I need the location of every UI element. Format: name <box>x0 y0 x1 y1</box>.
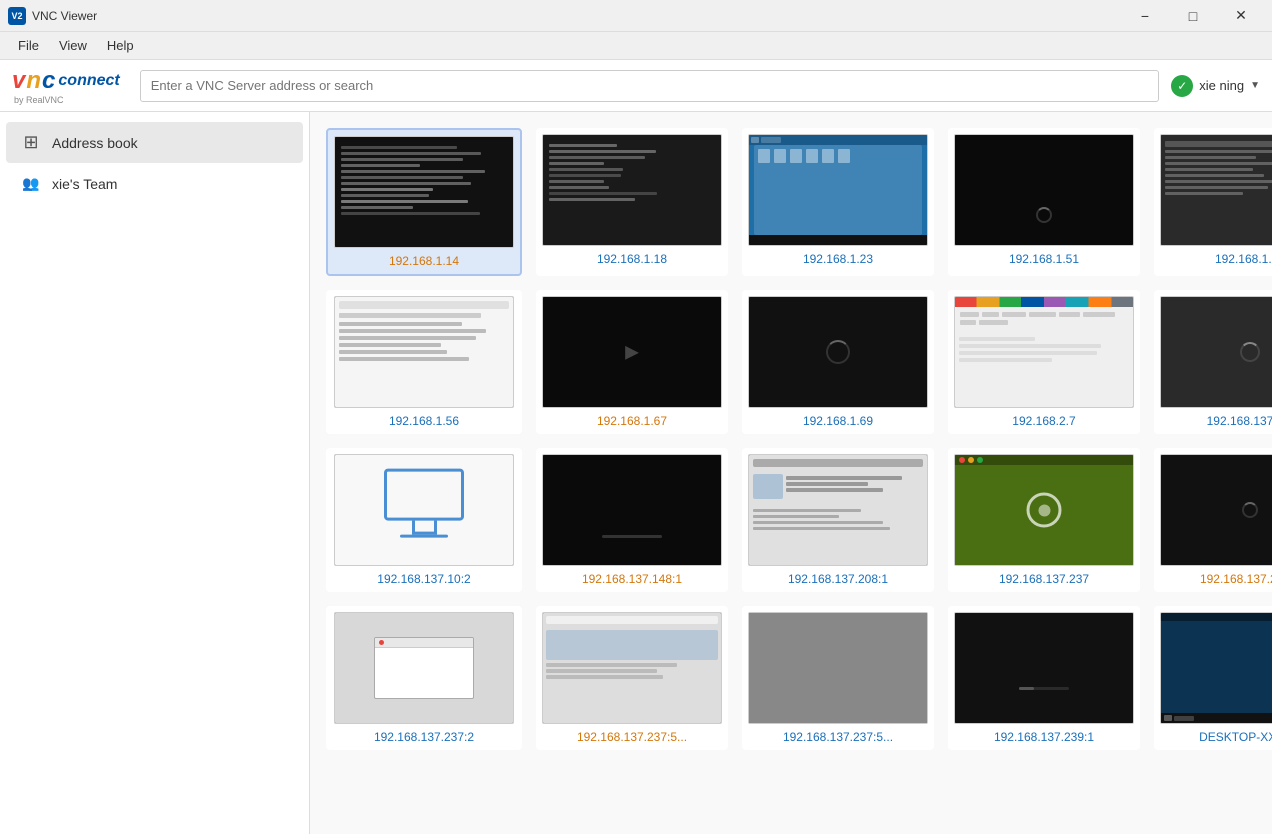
grid-item-7[interactable]: ▶ 192.168.1.67 <box>536 290 728 434</box>
connection-label-17: 192.168.137.237:5... <box>577 730 687 744</box>
grid-item-13[interactable]: 192.168.137.208:1 <box>742 448 934 592</box>
thumbnail-7: ▶ <box>542 296 722 408</box>
user-verified-icon: ✓ <box>1171 75 1193 97</box>
thumbnail-5 <box>1160 134 1272 246</box>
close-button[interactable]: ✕ <box>1218 0 1264 32</box>
connection-grid: 192.168.1.14 192.168.1.18 192.168.1.23 19… <box>326 128 1256 750</box>
thumbnail-8 <box>748 296 928 408</box>
thumbnail-20 <box>1160 612 1272 724</box>
sidebar-address-book-label: Address book <box>52 135 138 151</box>
thumbnail-17 <box>542 612 722 724</box>
connection-label-12: 192.168.137.148:1 <box>582 572 682 586</box>
menu-help[interactable]: Help <box>97 34 144 57</box>
connection-label-15: 192.168.137.237:1 <box>1200 572 1272 586</box>
grid-item-10[interactable]: 192.168.137.8:1 <box>1154 290 1272 434</box>
connection-label-2: 192.168.1.18 <box>597 252 667 266</box>
connection-label-16: 192.168.137.237:2 <box>374 730 474 744</box>
grid-item-2[interactable]: 192.168.1.18 <box>536 128 728 276</box>
thumbnail-6 <box>334 296 514 408</box>
sidebar-item-address-book[interactable]: ⊞ Address book <box>6 122 303 163</box>
titlebar: V2 VNC Viewer − □ ✕ <box>0 0 1272 32</box>
thumbnail-11 <box>334 454 514 566</box>
menu-view[interactable]: View <box>49 34 97 57</box>
window-controls: − □ ✕ <box>1122 0 1264 32</box>
menu-file[interactable]: File <box>8 34 49 57</box>
grid-item-11[interactable]: 192.168.137.10:2 <box>326 448 522 592</box>
username-label: xie ning <box>1199 78 1244 93</box>
thumbnail-9 <box>954 296 1134 408</box>
grid-item-1[interactable]: 192.168.1.14 <box>326 128 522 276</box>
sidebar-item-xies-team[interactable]: 👥 xie's Team <box>6 165 303 202</box>
toolbar: v n c connect by RealVNC ✓ xie ning ▼ <box>0 60 1272 112</box>
grid-item-18[interactable]: 192.168.137.237:5... <box>742 606 934 750</box>
address-book-icon: ⊞ <box>20 132 42 153</box>
grid-item-15[interactable]: 192.168.137.237:1 <box>1154 448 1272 592</box>
window-title: VNC Viewer <box>32 9 1122 23</box>
thumbnail-2 <box>542 134 722 246</box>
thumbnail-19 <box>954 612 1134 724</box>
connection-label-5: 192.168.1.52 <box>1215 252 1272 266</box>
user-area: ✓ xie ning ▼ <box>1171 75 1260 97</box>
grid-item-19[interactable]: 192.168.137.239:1 <box>948 606 1140 750</box>
connection-label-8: 192.168.1.69 <box>803 414 873 428</box>
thumbnail-16 <box>334 612 514 724</box>
thumbnail-18 <box>748 612 928 724</box>
connection-label-14: 192.168.137.237 <box>999 572 1089 586</box>
connection-label-20: DESKTOP-XXNO1 <box>1199 730 1272 744</box>
thumbnail-13 <box>748 454 928 566</box>
connection-label-10: 192.168.137.8:1 <box>1207 414 1272 428</box>
connection-label-19: 192.168.137.239:1 <box>994 730 1094 744</box>
grid-item-6[interactable]: 192.168.1.56 <box>326 290 522 434</box>
grid-item-3[interactable]: 192.168.1.23 <box>742 128 934 276</box>
thumbnail-4 <box>954 134 1134 246</box>
connection-label-11: 192.168.137.10:2 <box>377 572 470 586</box>
connection-label-3: 192.168.1.23 <box>803 252 873 266</box>
vnc-logo: v n c connect by RealVNC <box>12 67 120 105</box>
grid-item-4[interactable]: 192.168.1.51 <box>948 128 1140 276</box>
connection-label-9: 192.168.2.7 <box>1012 414 1075 428</box>
team-icon: 👥 <box>20 175 42 192</box>
maximize-button[interactable]: □ <box>1170 0 1216 32</box>
app-icon: V2 <box>8 7 26 25</box>
connection-label-1: 192.168.1.14 <box>389 254 459 268</box>
grid-item-9[interactable]: 192.168.2.7 <box>948 290 1140 434</box>
thumbnail-14 <box>954 454 1134 566</box>
thumbnail-1 <box>334 136 514 248</box>
grid-item-17[interactable]: 192.168.137.237:5... <box>536 606 728 750</box>
grid-item-12[interactable]: 192.168.137.148:1 <box>536 448 728 592</box>
content-area: 192.168.1.14 192.168.1.18 192.168.1.23 19… <box>310 112 1272 834</box>
user-dropdown-arrow[interactable]: ▼ <box>1250 80 1260 91</box>
thumbnail-3 <box>748 134 928 246</box>
thumbnail-10 <box>1160 296 1272 408</box>
menubar: File View Help <box>0 32 1272 60</box>
grid-item-20[interactable]: DESKTOP-XXNO1 <box>1154 606 1272 750</box>
grid-item-5[interactable]: 192.168.1.52 <box>1154 128 1272 276</box>
sidebar-team-label: xie's Team <box>52 176 117 192</box>
realvnc-label: by RealVNC <box>14 95 64 105</box>
thumbnail-15 <box>1160 454 1272 566</box>
thumbnail-12 <box>542 454 722 566</box>
connection-label-4: 192.168.1.51 <box>1009 252 1079 266</box>
search-input[interactable] <box>140 70 1160 102</box>
sidebar: ⊞ Address book 👥 xie's Team <box>0 112 310 834</box>
connection-label-7: 192.168.1.67 <box>597 414 667 428</box>
minimize-button[interactable]: − <box>1122 0 1168 32</box>
grid-item-16[interactable]: 192.168.137.237:2 <box>326 606 522 750</box>
grid-item-8[interactable]: 192.168.1.69 <box>742 290 934 434</box>
connection-label-18: 192.168.137.237:5... <box>783 730 893 744</box>
main-container: ⊞ Address book 👥 xie's Team 192.168.1.14… <box>0 112 1272 834</box>
connection-label-6: 192.168.1.56 <box>389 414 459 428</box>
connection-label-13: 192.168.137.208:1 <box>788 572 888 586</box>
grid-item-14[interactable]: 192.168.137.237 <box>948 448 1140 592</box>
